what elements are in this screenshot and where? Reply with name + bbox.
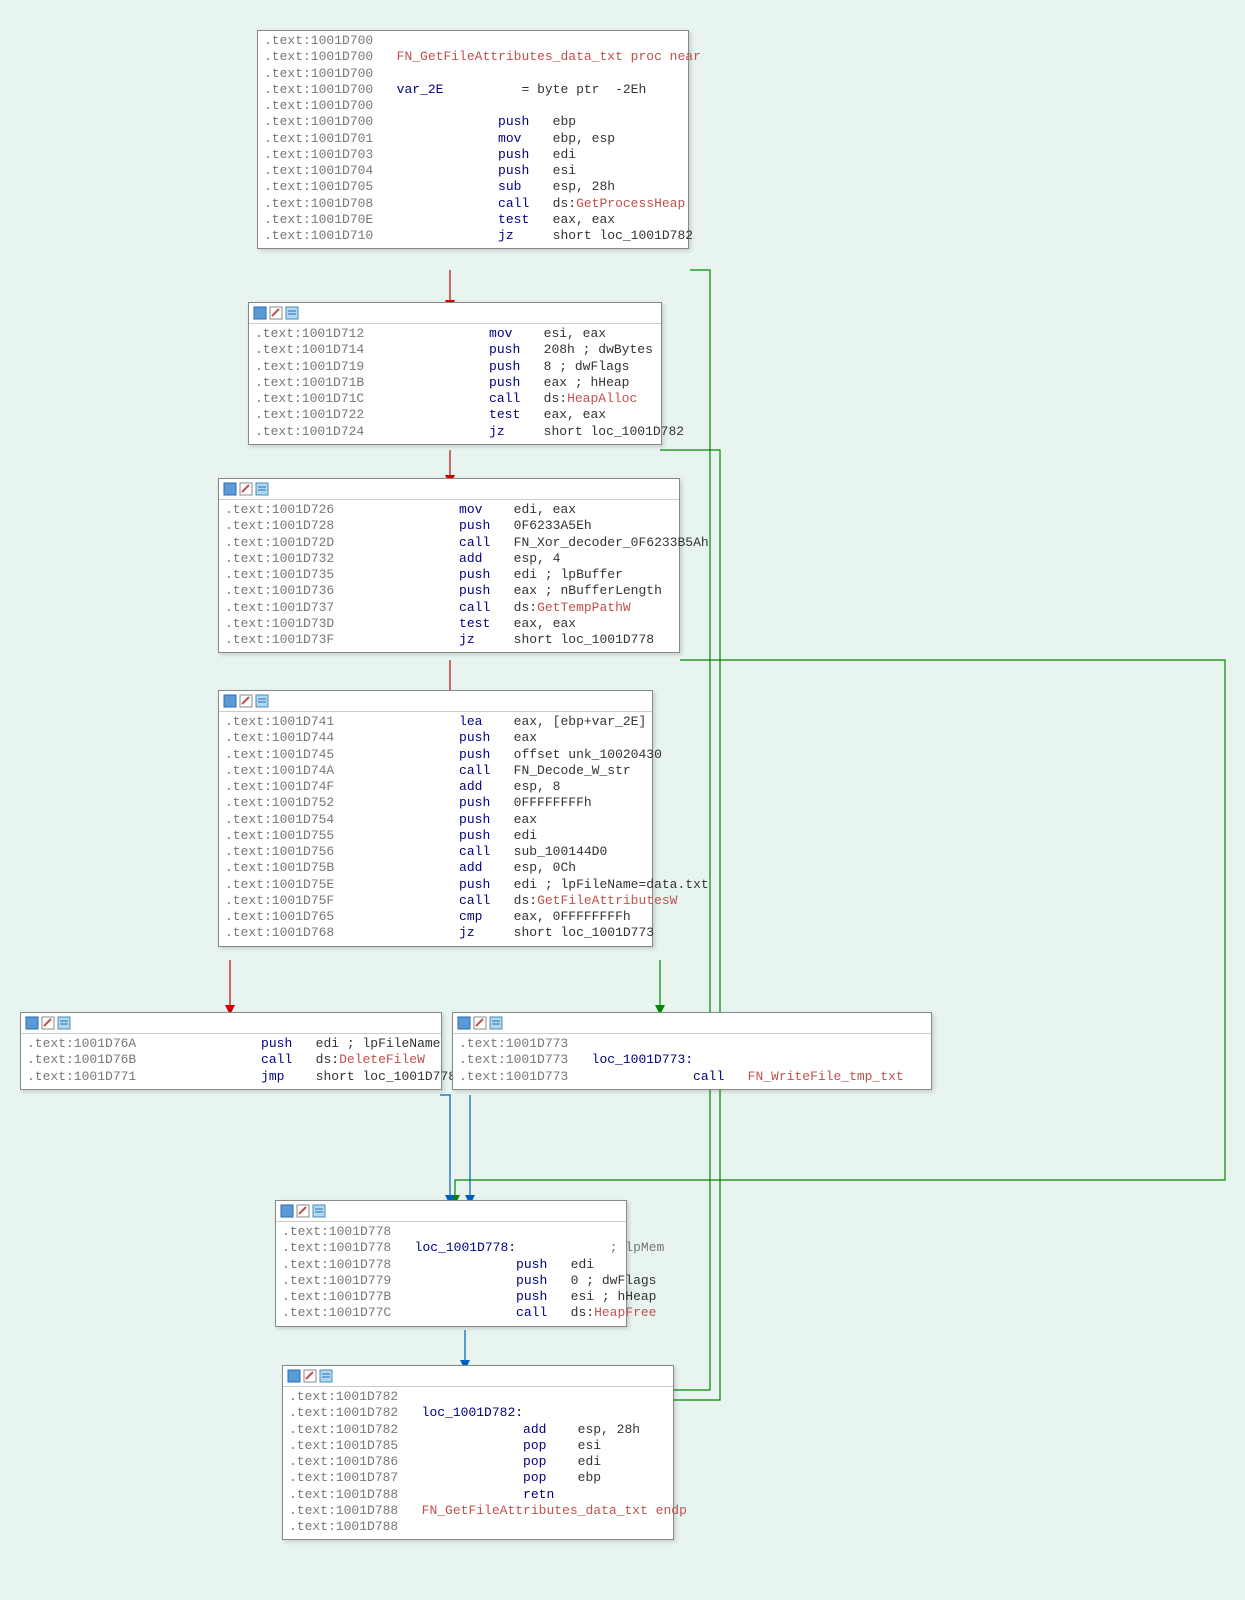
edit-icon[interactable] [239,694,253,708]
disasm-code: .text:1001D726 mov edi, eax .text:1001D7… [219,500,679,652]
block-header [283,1366,673,1387]
disasm-code: .text:1001D76A push edi ; lpFileName .te… [21,1034,441,1089]
basic-block-4[interactable]: .text:1001D741 lea eax, [ebp+var_2E] .te… [218,690,653,947]
list-icon[interactable] [312,1204,326,1218]
disasm-code: .text:1001D700 .text:1001D700 FN_GetFile… [258,31,688,248]
graph-view-icon[interactable] [25,1016,39,1030]
disasm-code: .text:1001D773 .text:1001D773 loc_1001D7… [453,1034,931,1089]
disasm-code: .text:1001D741 lea eax, [ebp+var_2E] .te… [219,712,652,946]
list-icon[interactable] [57,1016,71,1030]
list-icon[interactable] [255,694,269,708]
basic-block-6[interactable]: .text:1001D773 .text:1001D773 loc_1001D7… [452,1012,932,1090]
block-header [219,479,679,500]
graph-view-icon[interactable] [280,1204,294,1218]
graph-view-icon[interactable] [287,1369,301,1383]
block-header [276,1201,626,1222]
basic-block-2[interactable]: .text:1001D712 mov esi, eax .text:1001D7… [248,302,662,445]
list-icon[interactable] [489,1016,503,1030]
basic-block-3[interactable]: .text:1001D726 mov edi, eax .text:1001D7… [218,478,680,653]
basic-block-7[interactable]: .text:1001D778 .text:1001D778 loc_1001D7… [275,1200,627,1327]
block-header [249,303,661,324]
basic-block-1[interactable]: .text:1001D700 .text:1001D700 FN_GetFile… [257,30,689,249]
list-icon[interactable] [319,1369,333,1383]
edit-icon[interactable] [269,306,283,320]
graph-view-icon[interactable] [253,306,267,320]
block-header [21,1013,441,1034]
edit-icon[interactable] [473,1016,487,1030]
disasm-code: .text:1001D712 mov esi, eax .text:1001D7… [249,324,661,444]
disasm-code: .text:1001D778 .text:1001D778 loc_1001D7… [276,1222,626,1326]
graph-view-icon[interactable] [223,694,237,708]
list-icon[interactable] [285,306,299,320]
graph-view-icon[interactable] [223,482,237,496]
disasm-code: .text:1001D782 .text:1001D782 loc_1001D7… [283,1387,673,1539]
edit-icon[interactable] [41,1016,55,1030]
list-icon[interactable] [255,482,269,496]
edit-icon[interactable] [296,1204,310,1218]
disassembly-graph-canvas[interactable]: .text:1001D700 .text:1001D700 FN_GetFile… [0,0,1245,1600]
edit-icon[interactable] [239,482,253,496]
graph-view-icon[interactable] [457,1016,471,1030]
block-header [219,691,652,712]
edit-icon[interactable] [303,1369,317,1383]
block-header [453,1013,931,1034]
basic-block-5[interactable]: .text:1001D76A push edi ; lpFileName .te… [20,1012,442,1090]
basic-block-8[interactable]: .text:1001D782 .text:1001D782 loc_1001D7… [282,1365,674,1540]
